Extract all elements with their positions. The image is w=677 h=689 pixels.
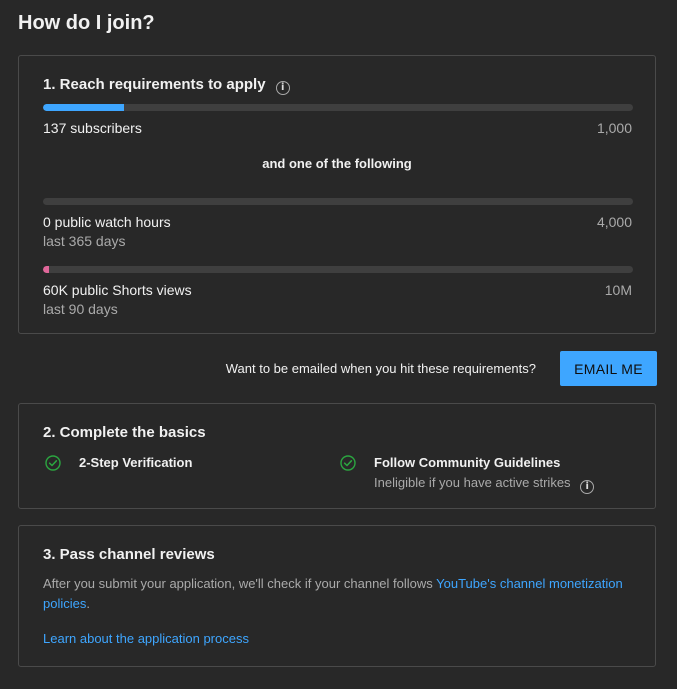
shorts-views-label: 60K public Shorts views (43, 282, 192, 298)
step1-heading-text: 1. Reach requirements to apply (43, 76, 266, 93)
check-circle-icon (340, 455, 356, 471)
reviews-description-text: After you submit your application, we'll… (43, 576, 437, 591)
shorts-views-progress-bar (43, 266, 633, 273)
requirements-card: 1. Reach requirements to apply i 137 sub… (18, 55, 656, 334)
email-me-button[interactable]: EMAIL ME (560, 351, 657, 386)
basics-card: 2. Complete the basics 2-Step Verificati… (18, 403, 656, 509)
step2-heading: 2. Complete the basics (43, 424, 206, 441)
shorts-views-target: 10M (604, 282, 632, 298)
info-icon[interactable]: i (580, 479, 595, 494)
shorts-views-progress-fill (43, 266, 49, 273)
channel-reviews-card: 3. Pass channel reviews After you submit… (18, 525, 656, 667)
community-guidelines-label: Follow Community Guidelines (374, 455, 561, 470)
subscribers-label: 137 subscribers (43, 120, 142, 136)
watch-hours-target: 4,000 (596, 214, 632, 230)
subscribers-progress-fill (43, 104, 124, 111)
email-prompt: Want to be emailed when you hit these re… (225, 361, 536, 376)
community-guidelines-note: Ineligible if you have active strikes i (374, 475, 595, 494)
watch-hours-label: 0 public watch hours (43, 214, 171, 230)
reviews-description-end: . (86, 596, 90, 611)
two-step-verification-label: 2-Step Verification (79, 455, 193, 470)
subscribers-target: 1,000 (596, 120, 632, 136)
one-of-following-note: and one of the following (262, 156, 412, 171)
watch-hours-progress-bar (43, 198, 633, 205)
watch-hours-period: last 365 days (43, 233, 126, 249)
step1-heading: 1. Reach requirements to apply i (43, 76, 290, 95)
page-title: How do I join? (18, 12, 155, 34)
reviews-description: After you submit your application, we'll… (43, 574, 639, 614)
step3-heading: 3. Pass channel reviews (43, 546, 215, 563)
strikes-note-text: Ineligible if you have active strikes (374, 475, 571, 490)
shorts-views-period: last 90 days (43, 301, 118, 317)
info-icon[interactable]: i (275, 80, 290, 95)
check-circle-icon (45, 455, 61, 471)
application-process-link[interactable]: Learn about the application process (43, 631, 249, 646)
subscribers-progress-bar (43, 104, 633, 111)
